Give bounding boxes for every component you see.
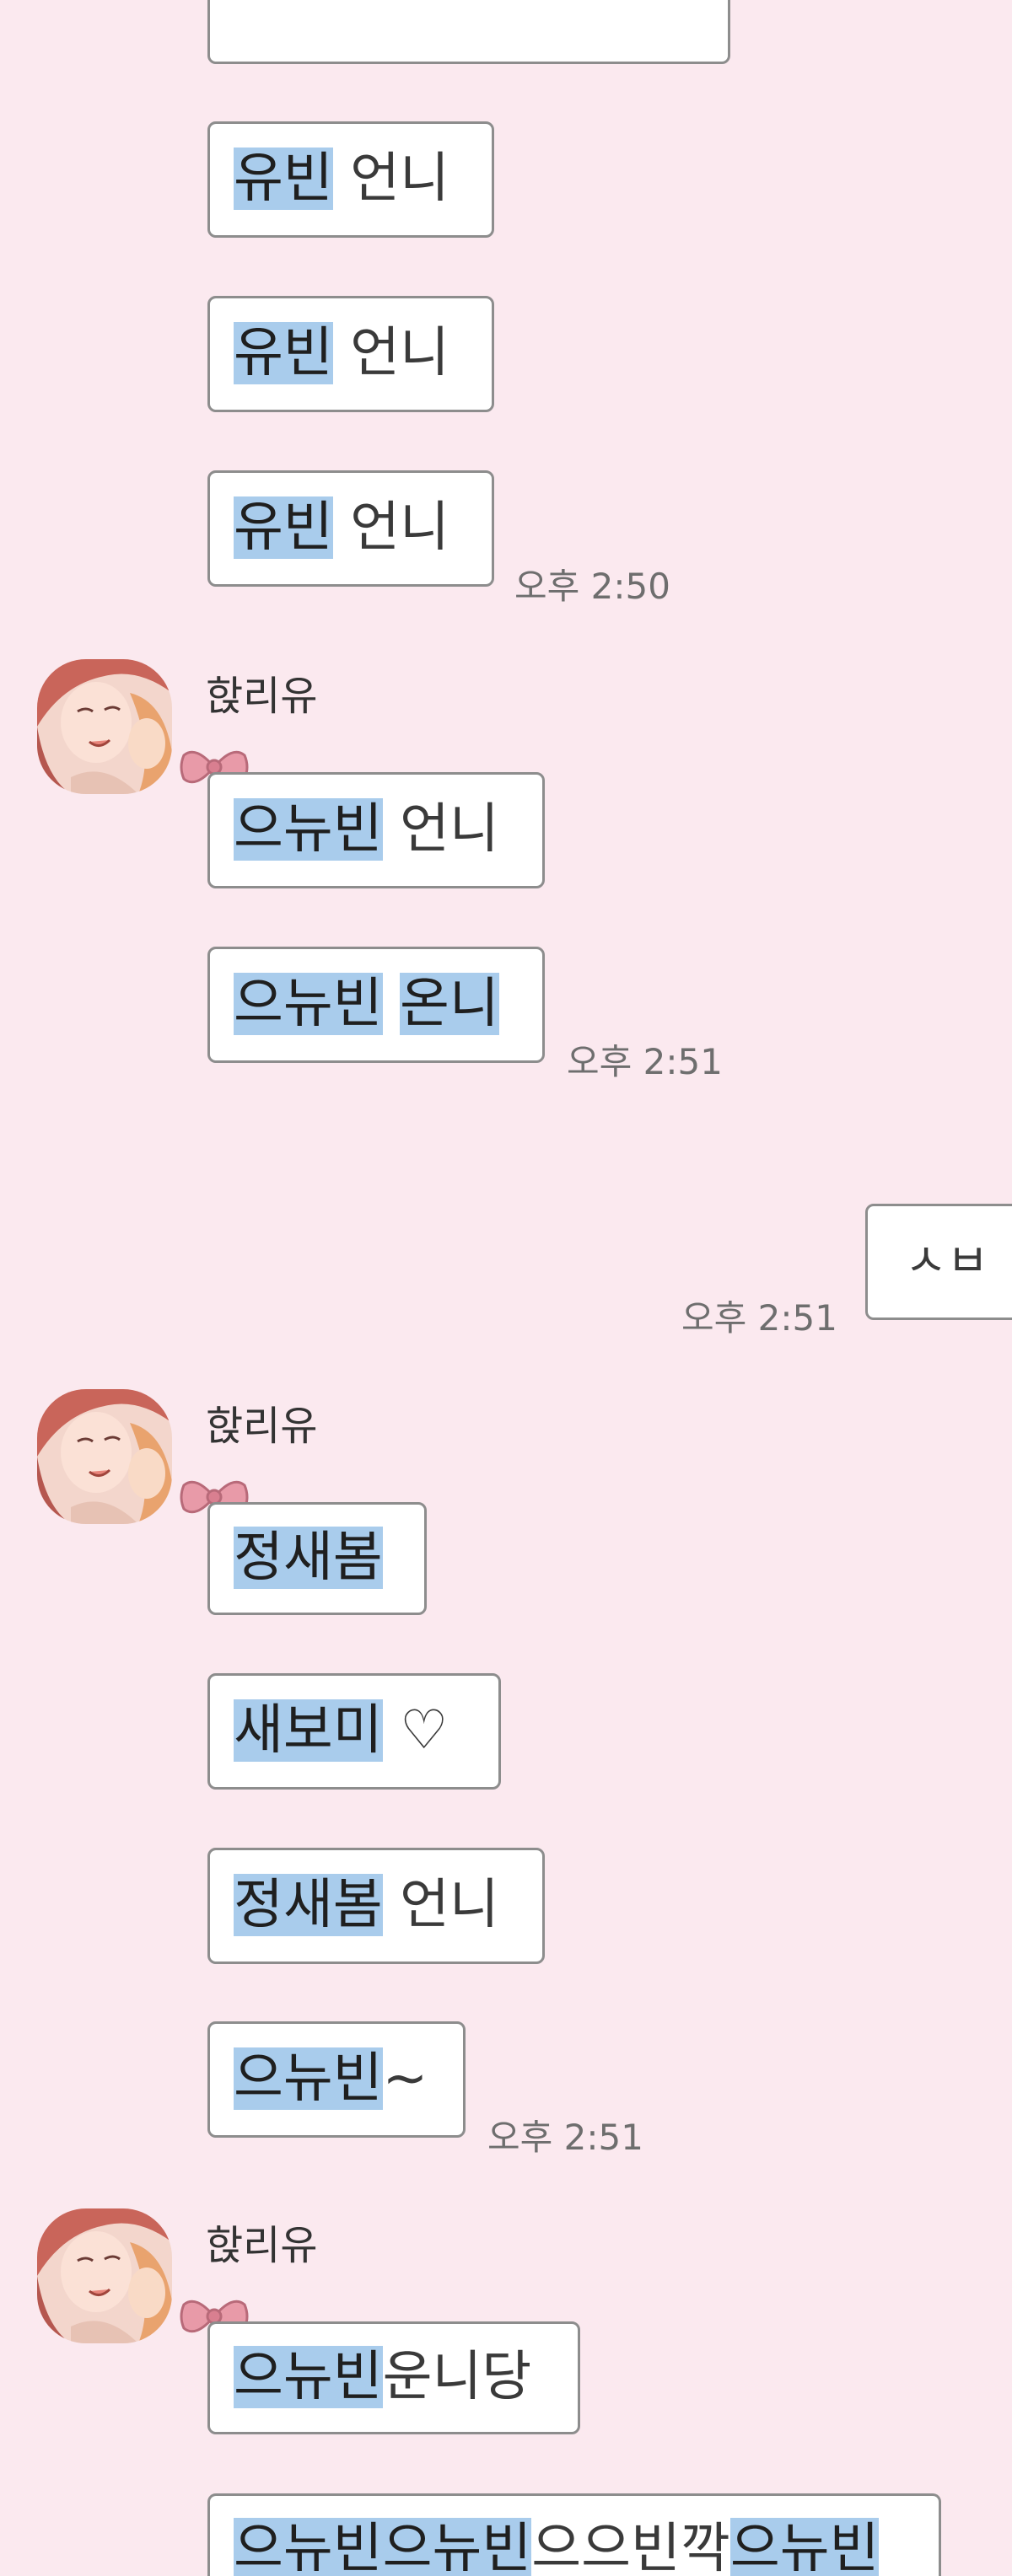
highlighted-text: 온니 <box>399 973 499 1035</box>
avatar-image <box>37 659 172 794</box>
message-text: 언니 <box>332 322 449 384</box>
highlighted-text: 으뉴빈으뉴빈 <box>234 2518 532 2576</box>
highlighted-text: 으뉴빈 <box>234 2346 383 2408</box>
message-bubble[interactable]: 으뉴빈 언니 <box>207 772 545 888</box>
message-text: 으으빈깍 <box>531 2518 730 2576</box>
highlighted-text: 으뉴빈 <box>234 2047 383 2110</box>
highlighted-text: 유빈 <box>234 148 333 210</box>
message-bubble[interactable]: 으뉴빈~ <box>207 2021 466 2138</box>
sender-avatar[interactable] <box>37 2208 172 2343</box>
message-bubble[interactable]: 으뉴빈운니당 <box>207 2321 580 2434</box>
avatar-image <box>37 1389 172 1524</box>
highlighted-text: 으뉴빈 <box>234 973 383 1035</box>
sender-avatar[interactable] <box>37 1389 172 1524</box>
message-text: ♡ <box>382 1699 449 1762</box>
message-bubble[interactable]: 으뉴빈 온니 <box>207 947 545 1063</box>
highlighted-text: 유빈 <box>234 496 333 559</box>
message-bubble[interactable]: 유빈 언니 <box>207 296 494 412</box>
message-bubble[interactable]: 으뉴빈으뉴빈으으빈깍으뉴빈 <box>207 2493 941 2576</box>
message-text: ㅅㅂ <box>905 1234 989 1287</box>
message-text: 언니 <box>332 496 449 559</box>
sender-avatar[interactable] <box>37 659 172 794</box>
message-bubble[interactable]: 정새봄 <box>207 1502 427 1615</box>
message-text <box>383 973 400 1035</box>
sender-name: 핝리유 <box>206 673 318 720</box>
sender-name: 핝리유 <box>206 2222 318 2269</box>
message-text: 언니 <box>382 798 499 861</box>
message-bubble[interactable]: 유빈 언니 <box>207 470 494 587</box>
message-bubble-sent[interactable]: ㅅㅂ <box>865 1204 1012 1320</box>
highlighted-text: 정새봄 <box>234 1527 383 1589</box>
message-bubble[interactable]: 새보미 ♡ <box>207 1673 501 1790</box>
message-bubble[interactable]: 정새봄 언니 <box>207 1848 545 1964</box>
message-text: 언니 <box>332 148 449 210</box>
highlighted-text: 으뉴빈 <box>234 798 383 861</box>
message-timestamp: 오후 2:51 <box>681 1297 837 1339</box>
message-timestamp: 오후 2:51 <box>487 2117 643 2158</box>
sender-name: 핝리유 <box>206 1403 318 1450</box>
message-timestamp: 오후 2:50 <box>514 566 670 607</box>
highlighted-text: 으뉴빈 <box>729 2518 880 2576</box>
avatar-image <box>37 2208 172 2343</box>
message-bubble[interactable] <box>207 0 730 64</box>
highlighted-text: 정새봄 <box>234 1874 383 1936</box>
message-timestamp: 오후 2:51 <box>567 1041 723 1082</box>
highlighted-text: 유빈 <box>234 322 333 384</box>
highlighted-text: 새보미 <box>234 1699 383 1762</box>
message-text: 언니 <box>382 1874 499 1936</box>
message-text: ~ <box>382 2047 428 2110</box>
message-bubble[interactable]: 유빈 언니 <box>207 121 494 238</box>
message-text: 운니당 <box>382 2346 532 2408</box>
